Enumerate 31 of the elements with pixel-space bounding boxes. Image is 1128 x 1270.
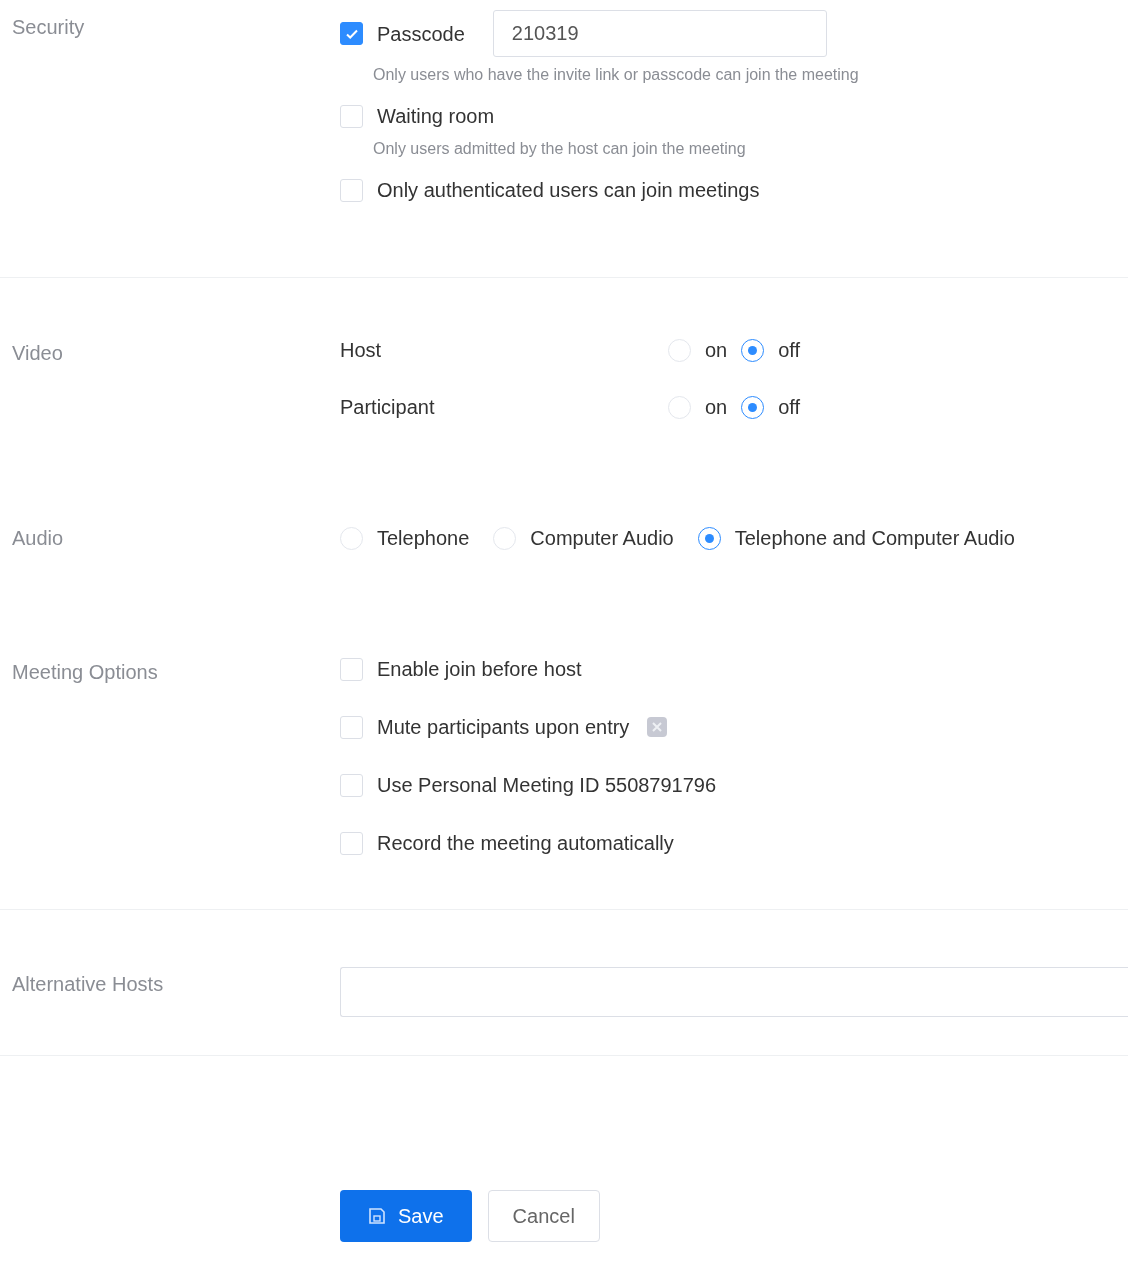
section-label: Audio: [12, 527, 64, 549]
option-label: Mute participants upon entry: [377, 715, 630, 740]
radio-button[interactable]: [741, 338, 765, 362]
alternative-hosts-field[interactable]: [340, 967, 1128, 1017]
radio-label: on: [705, 395, 728, 420]
radio-label: off: [778, 395, 801, 420]
option-label: Only authenticated users can join meetings: [377, 178, 760, 203]
row-label: Participant: [340, 395, 436, 420]
cancel-button[interactable]: Cancel: [487, 1190, 600, 1242]
option-label: Enable join before host: [377, 657, 582, 682]
option-label: Waiting room: [377, 104, 495, 129]
radio-label: Telephone: [377, 526, 470, 551]
radio-label: on: [705, 338, 728, 363]
option-label: Passcode: [377, 21, 465, 47]
radio-label: Computer Audio: [530, 526, 674, 551]
section-label: Meeting Options: [12, 661, 158, 683]
option-hint: Only users admitted by the host can join the meeting: [373, 139, 747, 159]
radio-button[interactable]: [741, 395, 765, 419]
section-label: Security: [12, 16, 85, 38]
section-label: Alternative Hosts: [12, 973, 164, 995]
section-label: Video: [12, 342, 63, 364]
radio-label: off: [778, 338, 801, 363]
row-label: Host: [340, 338, 383, 363]
radio-button[interactable]: [697, 526, 721, 550]
option-hint: Only users who have the invite link or passcode can join the meeting: [373, 65, 859, 85]
radio-label: Telephone and Computer Audio: [734, 526, 1015, 551]
option-label: Record the meeting automatically: [377, 831, 674, 856]
checkbox[interactable]: [340, 22, 363, 45]
save-button[interactable]: Save: [340, 1190, 472, 1242]
option-label: Use Personal Meeting ID 5508791796: [377, 773, 717, 798]
passcode-field[interactable]: 210319: [492, 10, 827, 57]
